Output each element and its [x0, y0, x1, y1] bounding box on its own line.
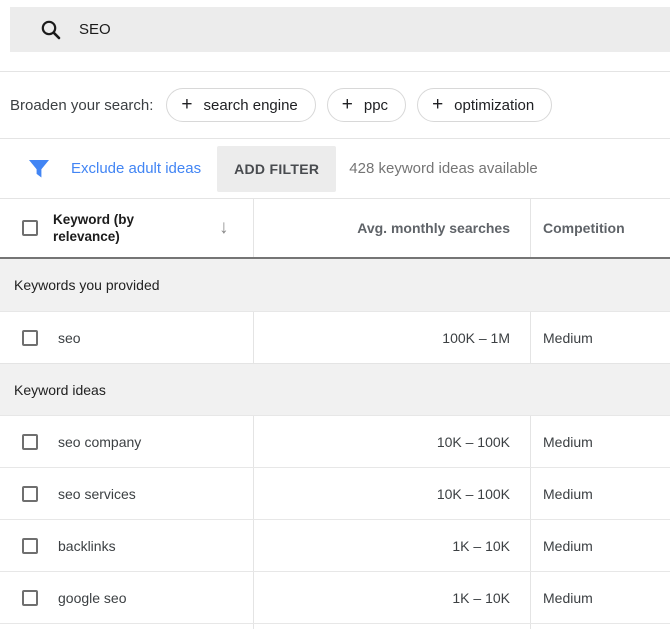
- keyword-column-label[interactable]: Keyword (by relevance): [53, 211, 171, 245]
- keyword-cell: backlinks: [0, 520, 253, 571]
- broaden-search-label: Broaden your search:: [10, 97, 153, 114]
- chip-label: search engine: [204, 97, 298, 114]
- avg-monthly-searches-cell: [253, 624, 530, 629]
- avg-monthly-searches-cell: 1K – 10K: [253, 520, 530, 571]
- chip-search-engine[interactable]: + search engine: [166, 88, 315, 122]
- section-label: Keyword ideas: [14, 382, 106, 398]
- keyword-cell: seo company: [0, 416, 253, 467]
- keyword-cell: google seo: [0, 572, 253, 623]
- filter-funnel-icon: [28, 159, 50, 179]
- plus-icon: +: [342, 95, 353, 114]
- search-icon: [40, 19, 62, 41]
- table-row-partial: [0, 623, 670, 629]
- plus-icon: +: [432, 95, 443, 114]
- exclude-adult-ideas-link[interactable]: Exclude adult ideas: [71, 160, 201, 177]
- keyword-text: seo company: [58, 434, 141, 450]
- keyword-text: seo: [58, 330, 81, 346]
- table-row: seo 100K – 1M Medium: [0, 311, 670, 363]
- table-row: backlinks 1K – 10K Medium: [0, 519, 670, 571]
- keyword-cell: seo services: [0, 468, 253, 519]
- avg-monthly-searches-cell: 1K – 10K: [253, 572, 530, 623]
- competition-cell: Medium: [530, 312, 670, 363]
- table-row: google seo 1K – 10K Medium: [0, 571, 670, 623]
- table-section-header: Keyword ideas: [0, 363, 670, 415]
- competition-cell: Medium: [530, 572, 670, 623]
- keyword-text: google seo: [58, 590, 127, 606]
- sort-descending-icon[interactable]: ↓: [219, 217, 229, 239]
- avg-monthly-searches-cell: 10K – 100K: [253, 468, 530, 519]
- avg-monthly-searches-cell: 10K – 100K: [253, 416, 530, 467]
- keyword-ideas-count: 428 keyword ideas available: [349, 160, 537, 177]
- competition-cell: Medium: [530, 520, 670, 571]
- chip-optimization[interactable]: + optimization: [417, 88, 552, 122]
- chip-label: ppc: [364, 97, 388, 114]
- chip-label: optimization: [454, 97, 534, 114]
- competition-cell: Medium: [530, 416, 670, 467]
- broaden-search-row: Broaden your search: + search engine + p…: [0, 72, 670, 139]
- table-row: seo company 10K – 100K Medium: [0, 415, 670, 467]
- row-checkbox[interactable]: [22, 330, 38, 346]
- table-section-header: Keywords you provided: [0, 259, 670, 311]
- row-checkbox[interactable]: [22, 590, 38, 606]
- select-all-checkbox[interactable]: [22, 220, 38, 236]
- row-checkbox[interactable]: [22, 538, 38, 554]
- keyword-text: seo services: [58, 486, 136, 502]
- competition-cell: Medium: [530, 468, 670, 519]
- keyword-search-bar[interactable]: [10, 7, 670, 52]
- competition-cell: [530, 624, 670, 629]
- avg-monthly-searches-header[interactable]: Avg. monthly searches: [253, 199, 530, 257]
- table-body: Keywords you provided seo 100K – 1M Medi…: [0, 259, 670, 629]
- keyword-cell: [0, 624, 253, 629]
- filter-bar: Exclude adult ideas ADD FILTER 428 keywo…: [0, 139, 670, 199]
- search-input[interactable]: [79, 21, 599, 38]
- row-checkbox[interactable]: [22, 486, 38, 502]
- search-bar-container: [0, 0, 670, 72]
- add-filter-button[interactable]: ADD FILTER: [217, 146, 336, 192]
- keyword-header-cell: Keyword (by relevance) ↓: [0, 199, 253, 257]
- row-checkbox[interactable]: [22, 434, 38, 450]
- table-row: seo services 10K – 100K Medium: [0, 467, 670, 519]
- competition-header[interactable]: Competition: [530, 199, 670, 257]
- chip-ppc[interactable]: + ppc: [327, 88, 406, 122]
- keyword-text: backlinks: [58, 538, 116, 554]
- keyword-cell: seo: [0, 312, 253, 363]
- table-header: Keyword (by relevance) ↓ Avg. monthly se…: [0, 199, 670, 259]
- avg-monthly-searches-cell: 100K – 1M: [253, 312, 530, 363]
- plus-icon: +: [181, 95, 192, 114]
- section-label: Keywords you provided: [14, 277, 160, 293]
